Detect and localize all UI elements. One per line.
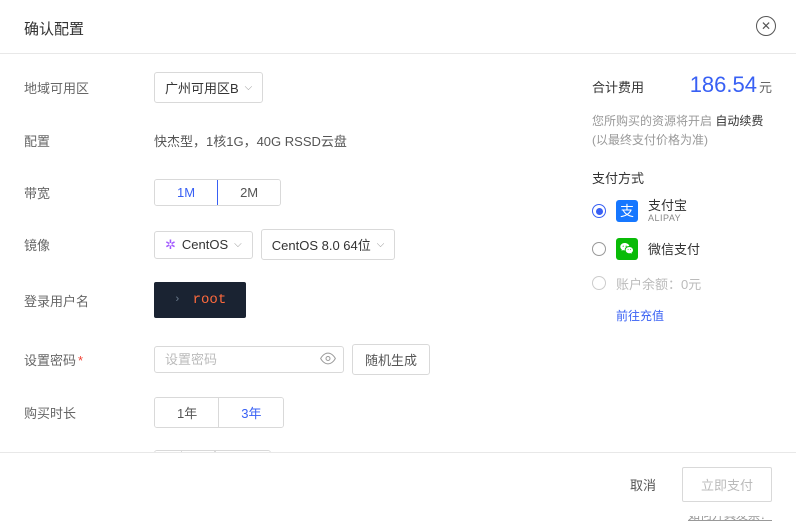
duration-option-3y[interactable]: 3年 — [218, 397, 284, 428]
bandwidth-segment: 1M 2M — [154, 179, 281, 206]
bandwidth-option-1m[interactable]: 1M — [154, 179, 218, 206]
cancel-button[interactable]: 取消 — [614, 467, 672, 502]
dialog-header: 确认配置 ✕ — [0, 0, 796, 53]
cost-label: 合计费用 — [592, 77, 644, 96]
random-password-button[interactable]: 随机生成 — [352, 344, 430, 375]
os-version-select[interactable]: CentOS 8.0 64位 ⌵ — [261, 229, 396, 260]
duration-option-1y[interactable]: 1年 — [155, 398, 219, 427]
chevron-down-icon: ⌵ — [377, 239, 385, 250]
eye-icon[interactable] — [320, 350, 336, 369]
chevron-down-icon: ⌵ — [234, 239, 242, 250]
wechat-icon — [616, 238, 638, 260]
submit-button[interactable]: 立即支付 — [682, 467, 772, 502]
centos-icon: ✲ — [165, 237, 176, 253]
radio-icon — [592, 242, 606, 256]
close-button[interactable]: ✕ — [756, 16, 776, 36]
recharge-link[interactable]: 前往充值 — [616, 309, 664, 323]
payment-option-balance: 账户余额：0元 — [592, 274, 772, 293]
alipay-icon: 支 — [616, 200, 638, 222]
dialog-footer: 取消 立即支付 — [0, 452, 796, 516]
bandwidth-label: 带宽 — [24, 183, 154, 202]
username-value: › root — [154, 282, 246, 318]
payment-title: 支付方式 — [592, 168, 772, 187]
region-select[interactable]: 广州可用区B ⌵ — [154, 72, 263, 103]
bandwidth-option-2m[interactable]: 2M — [217, 180, 280, 205]
password-input[interactable] — [154, 346, 344, 373]
radio-disabled-icon — [592, 276, 606, 290]
payment-option-wechat[interactable]: 微信支付 — [592, 238, 772, 260]
auto-renew-hint: 您所购买的资源将开启 自动续费 (以最终支付价格为准) — [592, 112, 772, 150]
spec-value: 快杰型，1核1G，40G RSSD云盘 — [154, 131, 347, 150]
image-label: 镜像 — [24, 235, 154, 254]
spec-label: 配置 — [24, 131, 154, 150]
radio-checked-icon — [592, 204, 606, 218]
chevron-down-icon: ⌵ — [245, 82, 253, 93]
os-select[interactable]: ✲ CentOS ⌵ — [154, 231, 253, 259]
region-label: 地域可用区 — [24, 78, 154, 97]
summary-panel: 合计费用 186.54元 您所购买的资源将开启 自动续费 (以最终支付价格为准)… — [572, 72, 772, 502]
dialog-title: 确认配置 — [24, 21, 84, 38]
username-label: 登录用户名 — [24, 291, 154, 310]
close-icon: ✕ — [761, 19, 771, 33]
config-form: 地域可用区 广州可用区B ⌵ 配置 快杰型，1核1G，40G RSSD云盘 带宽… — [24, 72, 572, 502]
cost-value: 186.54元 — [690, 72, 772, 98]
payment-option-alipay[interactable]: 支 支付宝 ALIPAY — [592, 199, 772, 223]
password-label: 设置密码* — [24, 350, 154, 369]
prompt-arrow-icon: › — [174, 294, 181, 306]
duration-label: 购买时长 — [24, 403, 154, 422]
duration-segment: 1年 3年 — [154, 397, 284, 428]
balance-text: 账户余额：0元 — [616, 274, 701, 293]
